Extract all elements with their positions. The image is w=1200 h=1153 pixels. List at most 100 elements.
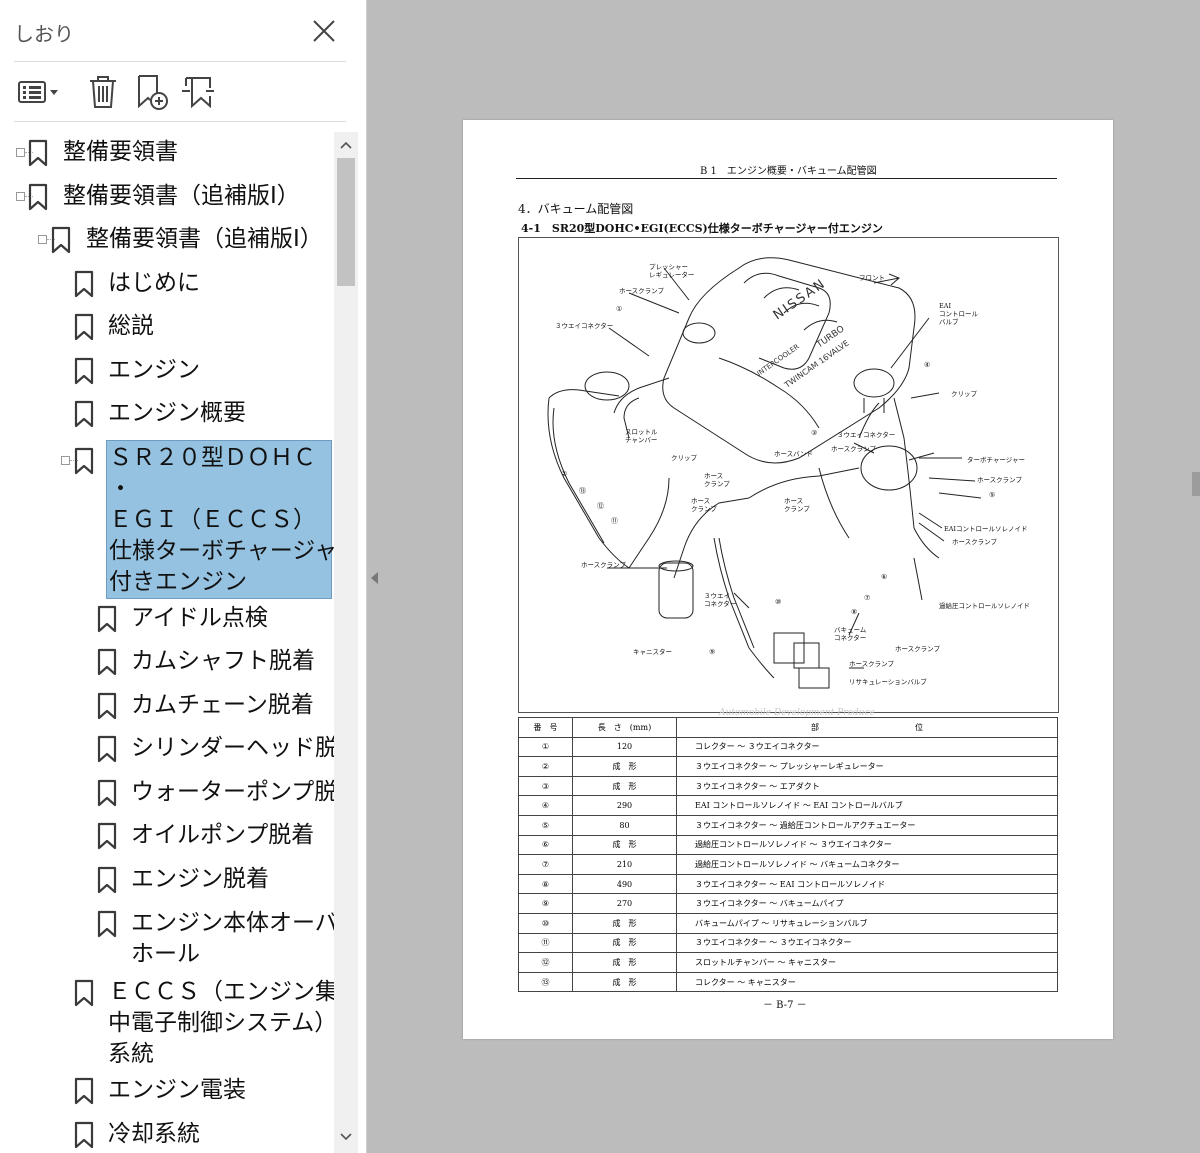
bookmark-item[interactable]: 冷却系統 <box>0 1114 334 1153</box>
callout-number: ② <box>561 470 568 478</box>
diagram-label: キャニスター <box>633 648 672 656</box>
find-bookmark-button[interactable] <box>180 72 220 112</box>
callout-number: ⑤ <box>989 491 996 499</box>
table-row: ②成 形 ３ウエイコネクター ～ プレッシャーレギュレーター <box>518 756 1058 777</box>
bookmark-item[interactable]: 総説 <box>0 306 334 346</box>
callout-number: ⑪ <box>611 517 618 525</box>
location-cell: ３ウエイコネクター ～ ３ウエイコネクター <box>676 932 1058 954</box>
column-header: 長 さ (mm) <box>572 717 677 738</box>
table-row: ⑩成 形バキュームパイプ ～ リサキュレーションバルブ <box>518 912 1058 934</box>
table-row: ⑦ 210 過給圧コントロールソレノイド ～ バキュームコネクター <box>518 854 1058 875</box>
bookmark-label: エンジン本体オーバーホール <box>131 908 334 970</box>
bookmark-icon <box>97 779 117 807</box>
scroll-down-icon[interactable] <box>338 1130 354 1144</box>
diagram-label: ホースクランプ <box>895 645 940 653</box>
length-cell: 80 <box>572 814 677 836</box>
bookmark-item[interactable]: エンジン電装 <box>0 1070 334 1110</box>
diagram-label: ホースクランプ <box>849 660 894 668</box>
table-row: ⑧ 490 ３ウエイコネクター ～ EAI コントロールソレノイド <box>518 873 1058 895</box>
bookmark-search-icon <box>182 77 214 109</box>
expand-toggle-icon[interactable] <box>61 456 70 465</box>
diagram-label: スロットル チャンバー <box>625 428 658 444</box>
bookmark-item[interactable]: シリンダーヘッド脱着 <box>0 728 334 768</box>
new-bookmark-button[interactable] <box>134 72 174 112</box>
bookmark-label-line: ・ <box>109 476 132 502</box>
bookmark-item[interactable]: ＥＣＣＳ（エンジン集 中電子制御システム） 系統 <box>0 972 334 1068</box>
expand-toggle-icon[interactable] <box>38 235 47 244</box>
length-cell: 270 <box>572 893 677 914</box>
part-number-cell: ⑤ <box>518 814 573 836</box>
diagram-label: クリップ <box>671 454 697 462</box>
bookmark-tree: 整備要領書整備要領書（追補版Ⅰ） 整備要領書（追補版Ⅰ） はじめに総説 エンジンエンジ… <box>0 132 334 1153</box>
bookmark-add-icon <box>138 75 168 110</box>
bookmark-label: エンジン電装 <box>108 1077 246 1103</box>
scroll-thumb[interactable] <box>337 158 355 286</box>
delete-bookmark-button[interactable] <box>84 72 124 112</box>
bookmark-item[interactable]: ウォーターポンプ脱着 <box>0 772 334 812</box>
bookmark-icon <box>74 1121 94 1149</box>
diagram-label: ホースバンド <box>774 450 813 458</box>
bookmark-label: エンジン概要 <box>108 400 246 426</box>
column-header: 部 位 <box>676 717 1058 738</box>
bookmark-label: シリンダーヘッド脱着 <box>131 735 334 761</box>
diagram-label: ホース クランプ <box>691 497 717 513</box>
bookmark-item[interactable]: はじめに <box>0 263 334 303</box>
part-number-cell: ⑩ <box>518 912 573 934</box>
collapse-panel-icon[interactable] <box>369 571 379 585</box>
bookmark-label: ウォーターポンプ脱着 <box>131 779 334 805</box>
close-icon[interactable] <box>310 17 338 45</box>
document-page: B 1 エンジン概要・バキューム配管図 4．バキューム配管図 4-1 SR20型… <box>463 120 1113 1039</box>
bookmark-label-line: エンジン本体オーバー <box>131 910 334 936</box>
callout-number: ④ <box>924 361 931 369</box>
diagram-label: ホースクランプ <box>831 445 876 453</box>
diagram-label: リサキュレーションバルブ <box>849 678 927 686</box>
callout-number: ① <box>616 305 623 313</box>
options-menu-button[interactable] <box>16 72 58 112</box>
bookmark-item[interactable]: エンジン脱着 <box>0 859 334 899</box>
bookmark-label: 整備要領書（追補版Ⅰ） <box>63 183 300 209</box>
bookmark-item[interactable]: 整備要領書（追補版Ⅰ） <box>0 176 334 216</box>
bookmark-label: 整備要領書 <box>63 139 178 165</box>
bookmark-label-line: ＳＲ２０型ＤＯＨＣ <box>109 445 316 471</box>
bookmark-label-line: 付きエンジン <box>109 569 247 595</box>
part-number-cell: ② <box>518 756 573 777</box>
scroll-up-icon[interactable] <box>338 138 354 152</box>
bookmark-label-line: 中電子制御システム） <box>108 1010 334 1036</box>
table-row: ④ 290 EAI コントロールソレノイド ～ EAI コントロールバルブ <box>518 795 1058 816</box>
bookmark-icon <box>97 910 117 938</box>
bookmark-icon <box>97 648 117 676</box>
bookmark-label: はじめに <box>108 270 200 296</box>
svg-text:NISSAN: NISSAN <box>771 276 830 323</box>
callout-number: ③ <box>811 429 818 437</box>
bookmark-icon <box>97 605 117 633</box>
subsection-title: 4-1 SR20型DOHC•EGI(ECCS)仕様ターボチャージャー付エンジン <box>521 222 883 235</box>
bookmark-item[interactable]: エンジン <box>0 350 334 390</box>
bookmark-item[interactable]: カムチェーン脱着 <box>0 685 334 725</box>
tree-scrollbar[interactable] <box>334 132 358 1153</box>
part-number-cell: ⑧ <box>518 873 573 895</box>
bookmark-item[interactable]: エンジン本体オーバーホール <box>0 903 334 969</box>
expand-toggle-icon[interactable] <box>16 192 25 201</box>
expand-toggle-icon[interactable] <box>16 148 25 157</box>
bookmark-item-selected[interactable]: ＳＲ２０型ＤＯＨＣ ・ ＥＧＩ（ＥＣＣＳ） 仕様ターボチャージャー付きエンジン <box>0 440 334 599</box>
part-number-cell: ④ <box>518 795 573 816</box>
bookmark-item[interactable]: オイルポンプ脱着 <box>0 815 334 855</box>
bookmark-item[interactable]: アイドル点検 <box>0 598 334 638</box>
table-row: ⑥成 形過給圧コントロールソレノイド ～ ３ウエイコネクター <box>518 834 1058 856</box>
right-panel-handle[interactable] <box>1192 472 1200 496</box>
part-number-cell: ⑥ <box>518 834 573 856</box>
bookmark-icon <box>74 270 94 298</box>
length-cell: 成 形 <box>572 912 677 934</box>
bookmark-icon <box>97 692 117 720</box>
bookmark-item[interactable]: 整備要領書（追補版Ⅰ） <box>0 219 334 259</box>
bookmark-item[interactable]: エンジン概要 <box>0 393 334 433</box>
bookmark-item[interactable]: カムシャフト脱着 <box>0 641 334 681</box>
callout-number: ⑫ <box>597 502 604 510</box>
bookmark-icon <box>51 226 71 254</box>
bookmark-label: カムチェーン脱着 <box>131 692 314 718</box>
location-cell: 過給圧コントロールソレノイド ～ バキュームコネクター <box>676 854 1058 875</box>
bookmark-item[interactable]: 整備要領書 <box>0 132 334 172</box>
table-row: ⑨ 270 ３ウエイコネクター ～ バキュームパイプ <box>518 893 1058 914</box>
table-row: ① 120 コレクター ～ ３ウエイコネクター <box>518 736 1058 758</box>
trash-icon <box>90 76 116 108</box>
